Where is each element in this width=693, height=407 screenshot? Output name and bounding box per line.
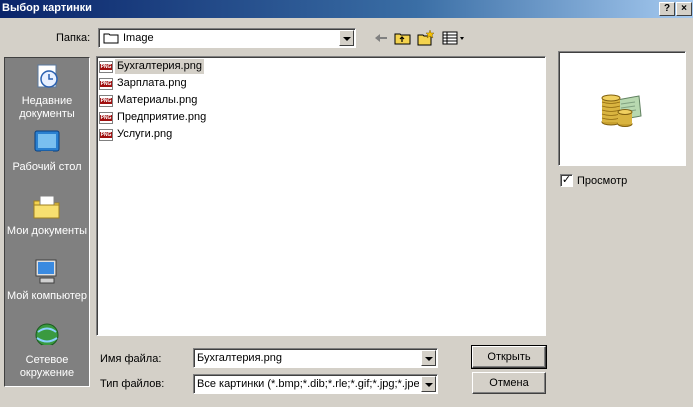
place-label: Рабочий стол <box>12 161 82 173</box>
place-desktop[interactable]: Рабочий стол <box>5 128 89 174</box>
place-label: Мои документы <box>6 225 88 237</box>
list-item[interactable]: Предприятие.png <box>99 110 208 125</box>
png-file-icon <box>99 77 113 90</box>
cancel-button[interactable]: Отмена <box>472 372 546 394</box>
place-my-documents[interactable]: Мои документы <box>5 192 89 238</box>
lookin-combo[interactable]: Image <box>98 28 356 48</box>
recent-documents-icon <box>37 64 58 88</box>
place-label: Мой компьютер <box>6 290 88 302</box>
png-file-icon <box>99 128 113 141</box>
title-bar: Выбор картинки ? × <box>0 0 693 18</box>
png-file-icon <box>99 60 113 73</box>
places-bar: Недавние документы Рабочий стол Мои доку… <box>4 57 90 387</box>
filename-input[interactable]: Бухгалтерия.png <box>193 348 438 368</box>
back-icon[interactable] <box>372 29 390 47</box>
lookin-value: Image <box>123 32 154 44</box>
window-title: Выбор картинки <box>2 2 92 14</box>
place-network[interactable]: Сетевое окружение <box>5 321 89 380</box>
lookin-label: Папка: <box>56 32 91 44</box>
place-recent-documents[interactable]: Недавние документы <box>5 62 89 121</box>
folder-icon <box>103 33 119 44</box>
filename-label: Имя файла: <box>100 353 162 365</box>
chevron-down-icon[interactable] <box>421 350 436 366</box>
my-documents-icon <box>33 195 60 219</box>
place-label: Сетевое окружение <box>19 354 75 379</box>
close-button[interactable]: × <box>676 2 692 16</box>
list-item[interactable]: Зарплата.png <box>99 76 189 91</box>
new-folder-icon[interactable] <box>417 29 435 47</box>
preview-checkbox[interactable]: ✓ <box>560 174 573 187</box>
list-item[interactable]: Услуги.png <box>99 127 174 142</box>
desktop-icon <box>34 130 60 155</box>
png-file-icon <box>99 94 113 107</box>
help-button[interactable]: ? <box>659 2 675 16</box>
file-list[interactable]: Бухгалтерия.png Зарплата.png Материалы.p… <box>96 56 546 336</box>
up-folder-icon[interactable] <box>394 29 412 47</box>
view-menu-icon[interactable] <box>441 29 467 47</box>
preview-pane <box>558 51 686 166</box>
network-icon <box>35 323 59 349</box>
list-item[interactable]: Бухгалтерия.png <box>99 59 204 74</box>
filetype-value: Все картинки (*.bmp;*.dib;*.rle;*.gif;*.… <box>197 378 419 390</box>
place-my-computer[interactable]: Мой компьютер <box>5 257 89 303</box>
chevron-down-icon[interactable] <box>421 376 436 392</box>
coins-money-icon <box>601 94 642 127</box>
png-file-icon <box>99 111 113 124</box>
preview-label[interactable]: Просмотр <box>577 175 627 187</box>
filetype-select[interactable]: Все картинки (*.bmp;*.dib;*.rle;*.gif;*.… <box>193 374 438 394</box>
filetype-label: Тип файлов: <box>100 378 165 390</box>
list-item[interactable]: Материалы.png <box>99 93 199 108</box>
filename-value: Бухгалтерия.png <box>197 352 282 364</box>
chevron-down-icon[interactable] <box>339 30 354 46</box>
open-button[interactable]: Открыть <box>471 345 547 369</box>
my-computer-icon <box>35 259 57 284</box>
place-label: Недавние документы <box>19 95 75 120</box>
